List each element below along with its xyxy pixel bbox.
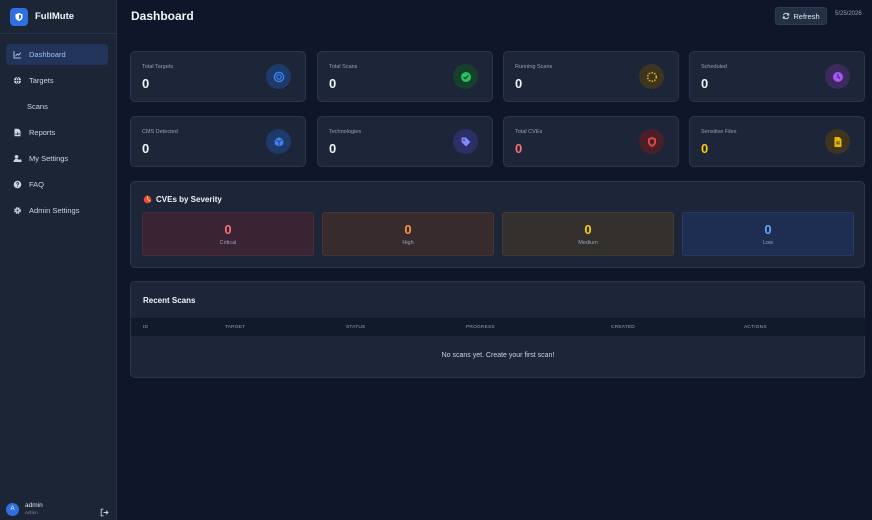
panel-title: CVEs by Severity [143,195,222,204]
user-profile[interactable]: A admin Admin [0,498,117,520]
bug-icon [143,195,152,204]
sidebar: FullMute Dashboard Targets Scans Reports [0,0,117,520]
recent-scans-panel: Recent Scans ID TARGET STATUS PROGRESS C… [130,281,865,378]
stat-value: 0 [515,141,523,156]
logout-icon[interactable] [100,504,109,517]
stat-card-total-cves: Total CVEs 0 [503,116,679,167]
stat-value: 0 [329,141,337,156]
sidebar-item-label: My Settings [29,154,69,163]
stat-value: 0 [701,141,709,156]
severity-value: 0 [764,222,772,237]
stat-card-technologies: Technologies 0 [317,116,493,167]
spinner-icon [639,64,664,89]
severity-label: High [402,240,414,246]
sidebar-item-reports[interactable]: Reports [6,122,108,143]
sidebar-item-label: Admin Settings [29,206,80,215]
severity-medium: 0 Medium [502,212,674,256]
cube-icon [266,129,291,154]
target-icon [266,64,291,89]
clock-icon [825,64,850,89]
sidebar-item-label: Dashboard [29,50,66,59]
table-header: ID TARGET STATUS PROGRESS CREATED ACTION… [131,318,865,336]
severity-value: 0 [584,222,592,237]
stat-label: Total Targets [142,64,174,70]
stat-value: 0 [701,76,709,91]
shield-logo-icon [10,7,28,26]
severity-label: Critical [219,240,237,246]
stat-card-sensitive-files: Sensitive Files 0 [689,116,865,167]
refresh-label: Refresh [793,11,820,21]
page-title: Dashboard [131,9,194,23]
tag-icon [453,129,478,154]
user-role: Admin [25,509,38,515]
column-header-status[interactable]: STATUS [346,325,365,330]
stat-card-total-targets: Total Targets 0 [130,51,306,102]
stat-card-running-scans: Running Scans 0 [503,51,679,102]
stat-label: Scheduled [701,64,727,70]
refresh-icon [782,12,790,20]
severity-value: 0 [404,222,412,237]
sidebar-item-targets[interactable]: Targets [6,70,108,91]
severity-value: 0 [224,222,232,237]
chart-line-icon [13,50,22,59]
severity-low: 0 Low [682,212,854,256]
cves-by-severity-panel: CVEs by Severity 0 Critical 0 High 0 Med… [130,181,865,268]
sidebar-item-label: Reports [29,128,56,137]
severity-label: Medium [578,240,598,246]
stat-label: Running Scans [515,64,553,70]
severity-critical: 0 Critical [142,212,314,256]
severity-high: 0 High [322,212,494,256]
stat-label: Sensitive Files [701,129,737,135]
brand-name: FullMute [35,11,75,22]
file-chart-icon [13,128,22,137]
column-header-created[interactable]: CREATED [611,325,635,330]
file-icon [825,129,850,154]
avatar: A [6,502,19,516]
sidebar-item-admin-settings[interactable]: Admin Settings [6,200,108,221]
gear-icon [13,206,22,215]
user-gear-icon [13,154,22,163]
sidebar-item-scans[interactable]: Scans [6,96,108,117]
shield-icon [639,129,664,154]
sidebar-item-label: FAQ [29,180,45,189]
severity-title: CVEs by Severity [156,195,222,204]
sidebar-item-my-settings[interactable]: My Settings [6,148,108,169]
column-header-target[interactable]: TARGET [225,325,245,330]
sidebar-item-faq[interactable]: FAQ [6,174,108,195]
stat-label: CMS Detected [142,129,178,135]
current-date: 5/25/2026 [835,11,862,17]
sidebar-nav: Dashboard Targets Scans Reports My Setti… [0,34,116,221]
stat-card-total-scans: Total Scans 0 [317,51,493,102]
severity-label: Low [762,240,774,246]
sidebar-item-label: Scans [27,102,48,111]
user-name: admin [25,502,43,509]
stat-card-cms-detected: CMS Detected 0 [130,116,306,167]
column-header-progress[interactable]: PROGRESS [466,325,495,330]
stat-label: Technologies [329,129,362,135]
stat-value: 0 [142,76,150,91]
column-header-actions: ACTIONS [744,324,767,330]
globe-icon [13,76,22,85]
header: Dashboard Refresh 5/25/2026 [117,0,872,34]
sidebar-item-label: Targets [29,76,54,85]
sidebar-item-dashboard[interactable]: Dashboard [6,44,108,65]
empty-state-message: No scans yet. Create your first scan! [441,352,555,359]
brand[interactable]: FullMute [0,0,116,34]
stat-label: Total CVEs [515,129,543,135]
stat-value: 0 [515,76,523,91]
stat-card-scheduled: Scheduled 0 [689,51,865,102]
stat-value: 0 [142,141,150,156]
column-header-id[interactable]: ID [143,325,148,330]
question-circle-icon [13,180,22,189]
recent-scans-title: Recent Scans [143,296,196,305]
stat-label: Total Scans [329,64,358,70]
user-info: admin Admin [25,502,43,515]
stat-value: 0 [329,76,337,91]
check-circle-icon [453,64,478,89]
refresh-button[interactable]: Refresh [775,7,827,25]
